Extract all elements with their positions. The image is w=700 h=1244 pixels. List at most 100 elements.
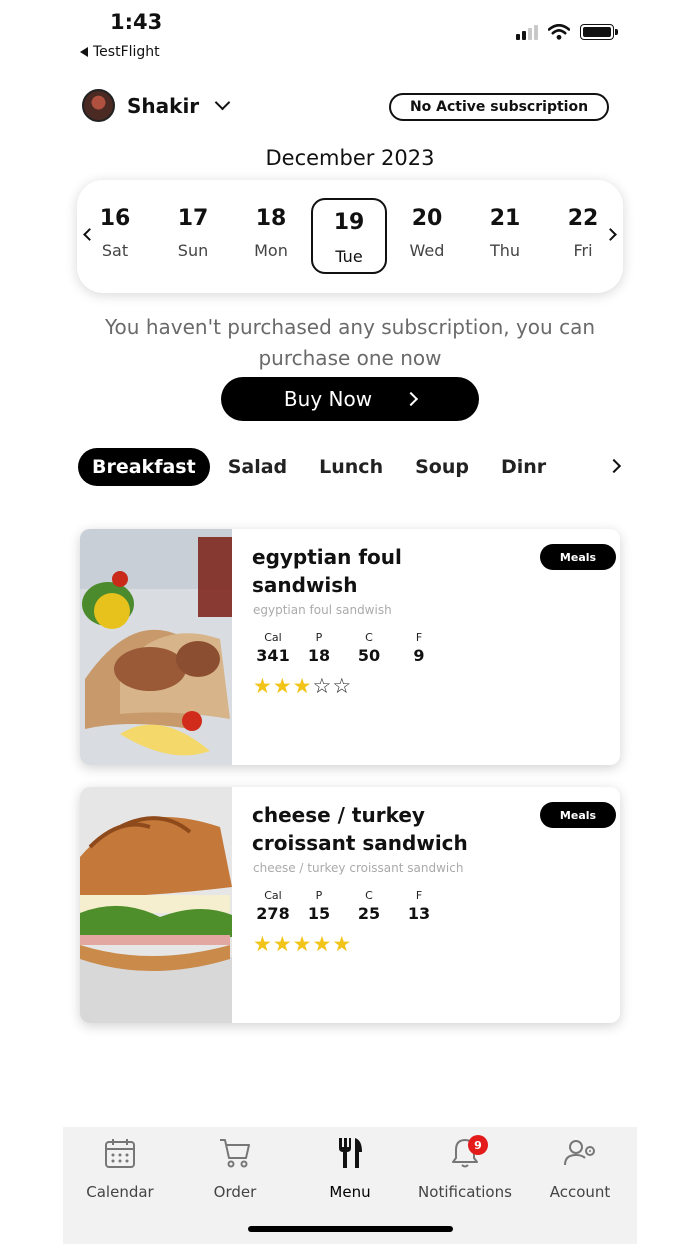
user-switcher[interactable]: Shakir (82, 89, 231, 122)
star-rating: ★★★★★ (253, 932, 352, 956)
macro-carbs: 50 (357, 646, 381, 665)
macro-label-cal: Cal (264, 631, 282, 644)
macro-label-cal: Cal (264, 889, 282, 902)
wifi-icon (548, 24, 570, 40)
fork-knife-icon (339, 1138, 362, 1168)
day-18[interactable]: 18 Mon (233, 198, 309, 274)
back-arrow-icon (80, 47, 88, 57)
day-16[interactable]: 16 Sat (77, 198, 153, 274)
macro-cal: 341 (256, 646, 290, 665)
day-19-selected[interactable]: 19 Tue (311, 198, 387, 274)
status-icons (516, 24, 618, 40)
day-number: 20 (411, 206, 443, 231)
macro-label-fat: F (415, 889, 423, 902)
meal-image (80, 529, 232, 765)
star-filled-icon: ★ (272, 674, 293, 698)
macros: Cal 341 P 18 C 50 F 9 (252, 631, 444, 665)
tab-breakfast[interactable]: Breakfast (78, 448, 210, 486)
macro-label-protein: P (315, 631, 323, 644)
chevron-right-icon[interactable] (606, 458, 622, 474)
tab-dinner[interactable]: Dinr (487, 448, 560, 486)
tab-label: Calendar (86, 1183, 154, 1201)
macro-label-fat: F (415, 631, 423, 644)
macro-label-protein: P (315, 889, 323, 902)
day-number: 21 (489, 206, 521, 231)
macro-fat: 13 (407, 904, 431, 923)
user-name: Shakir (127, 93, 200, 118)
macro-protein: 18 (307, 646, 331, 665)
star-rating: ★★★☆☆ (253, 674, 352, 698)
macro-label-carbs: C (365, 889, 373, 902)
star-filled-icon: ★ (272, 932, 293, 956)
day-number: 17 (177, 206, 209, 231)
macro-carbs: 25 (357, 904, 381, 923)
calendar-icon (105, 1139, 135, 1168)
tab-label: Notifications (418, 1183, 512, 1201)
day-number: 18 (255, 206, 287, 231)
tab-label: Order (213, 1183, 257, 1201)
meal-type-badge: Meals (540, 802, 616, 828)
cart-icon (220, 1139, 250, 1168)
home-indicator (248, 1226, 453, 1232)
tab-label: Account (549, 1183, 611, 1201)
tab-account[interactable]: Account (525, 1131, 635, 1201)
buy-now-button[interactable]: Buy Now (221, 377, 479, 421)
star-empty-icon: ☆ (332, 674, 353, 698)
tab-salad[interactable]: Salad (214, 448, 301, 486)
avatar (82, 89, 115, 122)
day-21[interactable]: 21 Thu (467, 198, 543, 274)
day-weekday: Mon (254, 241, 288, 260)
day-weekday: Fri (573, 241, 593, 260)
tab-lunch[interactable]: Lunch (305, 448, 397, 486)
macro-protein: 15 (307, 904, 331, 923)
category-tabs: Breakfast Salad Lunch Soup Dinr (78, 447, 564, 487)
tab-calendar[interactable]: Calendar (65, 1131, 175, 1201)
tab-soup[interactable]: Soup (401, 448, 483, 486)
notification-count-badge: 9 (468, 1135, 488, 1155)
signal-icon (516, 24, 538, 40)
day-weekday: Wed (409, 241, 445, 260)
macro-label-carbs: C (365, 631, 373, 644)
day-number: 19 (333, 210, 365, 235)
star-filled-icon: ★ (292, 932, 313, 956)
month-title: December 2023 (265, 146, 435, 170)
tab-label: Menu (329, 1183, 371, 1201)
subscription-status-badge[interactable]: No Active subscription (389, 93, 609, 121)
star-filled-icon: ★ (253, 674, 273, 698)
star-filled-icon: ★ (332, 932, 353, 956)
subscription-notice: You haven't purchased any subscription, … (105, 315, 595, 370)
date-strip: 16 Sat 17 Sun 18 Mon 19 Tue 20 Wed 21 Th… (77, 180, 623, 293)
day-number: 16 (99, 206, 131, 231)
tab-notifications[interactable]: 9 Notifications (410, 1131, 520, 1201)
day-weekday: Thu (489, 241, 521, 260)
back-app-label: TestFlight (93, 44, 160, 60)
meal-title: egyptian foul sandwish (252, 545, 402, 597)
day-17[interactable]: 17 Sun (155, 198, 231, 274)
buy-now-label: Buy Now (283, 387, 373, 411)
back-to-app-link[interactable]: TestFlight (80, 44, 160, 60)
meal-image (80, 787, 232, 1023)
tab-menu[interactable]: Menu (295, 1131, 405, 1201)
battery-icon (580, 24, 618, 40)
star-filled-icon: ★ (292, 674, 313, 698)
meal-subtitle: cheese / turkey croissant sandwich (253, 861, 464, 875)
meal-card[interactable]: egyptian foul sandwish Meals egyptian fo… (80, 529, 620, 765)
day-20[interactable]: 20 Wed (389, 198, 465, 274)
meal-title: cheese / turkey croissant sandwich (252, 803, 468, 855)
day-weekday: Sun (177, 241, 209, 260)
chevron-down-icon (214, 94, 231, 111)
macro-fat: 9 (413, 646, 425, 665)
user-settings-icon (564, 1140, 595, 1166)
star-filled-icon: ★ (253, 932, 273, 956)
star-empty-icon: ☆ (312, 674, 333, 698)
macros: Cal 278 P 15 C 25 F 13 (252, 889, 444, 923)
day-weekday: Sat (101, 241, 129, 260)
tab-order[interactable]: Order (180, 1131, 290, 1201)
meal-card[interactable]: cheese / turkey croissant sandwich Meals… (80, 787, 620, 1023)
meal-type-badge: Meals (540, 544, 616, 570)
chevron-right-icon (404, 391, 419, 407)
status-time: 1:43 (110, 10, 163, 34)
macro-cal: 278 (256, 904, 290, 923)
star-filled-icon: ★ (312, 932, 333, 956)
day-weekday: Tue (335, 247, 363, 266)
